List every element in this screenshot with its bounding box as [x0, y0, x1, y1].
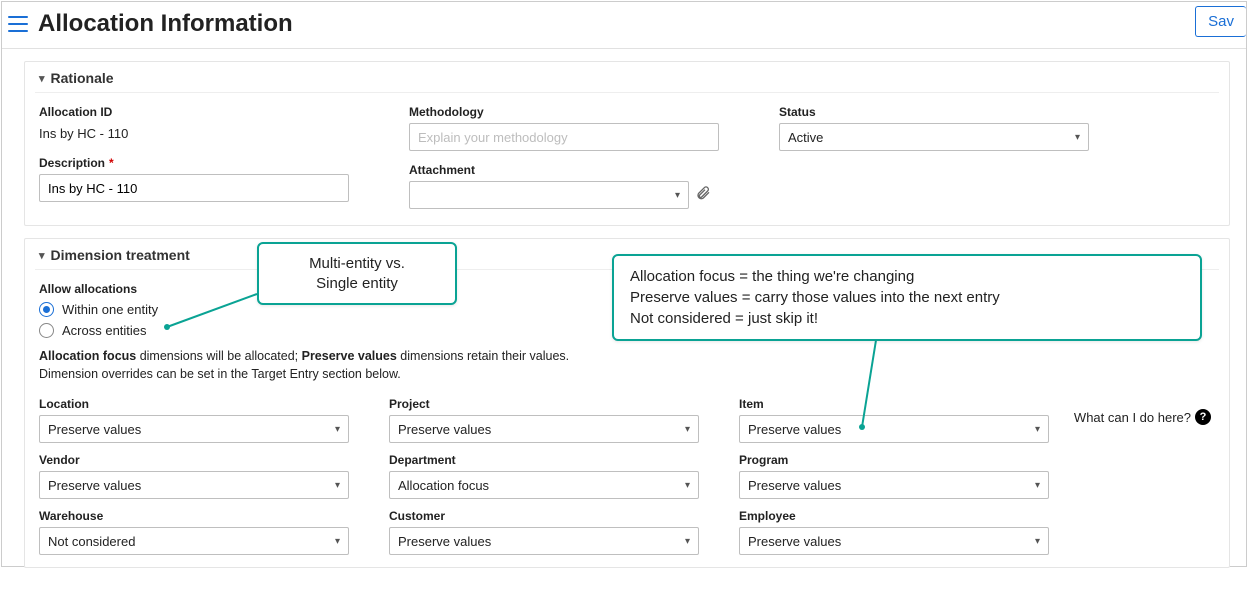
methodology-label: Methodology — [409, 105, 739, 119]
program-label: Program — [739, 453, 1049, 467]
chevron-down-icon: ▾ — [685, 480, 690, 491]
radio-icon — [39, 302, 54, 317]
help-icon: ? — [1195, 409, 1211, 425]
dimension-help-text: Allocation focus dimensions will be allo… — [39, 348, 679, 383]
chevron-down-icon: ▾ — [1035, 480, 1040, 491]
department-label: Department — [389, 453, 699, 467]
project-select[interactable]: Preserve values▾ — [389, 415, 699, 443]
chevron-down-icon: ▾ — [39, 249, 45, 262]
chevron-down-icon: ▾ — [1035, 424, 1040, 435]
save-button[interactable]: Sav — [1195, 6, 1246, 37]
what-can-i-do-link[interactable]: What can I do here? ? — [1074, 409, 1211, 425]
warehouse-select[interactable]: Not considered▾ — [39, 527, 349, 555]
program-select[interactable]: Preserve values▾ — [739, 471, 1049, 499]
chevron-down-icon: ▾ — [685, 424, 690, 435]
chevron-down-icon: ▾ — [685, 536, 690, 547]
description-input[interactable] — [39, 174, 349, 202]
vendor-label: Vendor — [39, 453, 349, 467]
status-label: Status — [779, 105, 1109, 119]
callout-focus: Allocation focus = the thing we're chang… — [612, 254, 1202, 341]
paperclip-icon[interactable] — [695, 185, 711, 206]
chevron-down-icon: ▾ — [1075, 132, 1080, 143]
customer-select[interactable]: Preserve values▾ — [389, 527, 699, 555]
menu-icon[interactable] — [8, 16, 28, 32]
status-value: Active — [788, 130, 823, 145]
allocation-id-value: Ins by HC - 110 — [39, 123, 369, 144]
employee-select[interactable]: Preserve values▾ — [739, 527, 1049, 555]
item-select[interactable]: Preserve values▾ — [739, 415, 1049, 443]
rationale-title: Rationale — [51, 70, 114, 86]
chevron-down-icon: ▾ — [335, 424, 340, 435]
attachment-label: Attachment — [409, 163, 739, 177]
allocation-id-label: Allocation ID — [39, 105, 369, 119]
methodology-input[interactable] — [409, 123, 719, 151]
chevron-down-icon: ▾ — [675, 190, 680, 201]
status-select[interactable]: Active ▾ — [779, 123, 1089, 151]
employee-label: Employee — [739, 509, 1049, 523]
chevron-down-icon: ▾ — [39, 72, 45, 85]
location-label: Location — [39, 397, 349, 411]
project-label: Project — [389, 397, 699, 411]
radio-within-label: Within one entity — [62, 302, 158, 317]
chevron-down-icon: ▾ — [335, 536, 340, 547]
warehouse-label: Warehouse — [39, 509, 349, 523]
vendor-select[interactable]: Preserve values▾ — [39, 471, 349, 499]
attachment-select[interactable]: ▾ — [409, 181, 689, 209]
radio-icon — [39, 323, 54, 338]
dimension-title: Dimension treatment — [51, 247, 190, 263]
chevron-down-icon: ▾ — [335, 480, 340, 491]
callout-entity: Multi-entity vs. Single entity — [257, 242, 457, 305]
page-title: Allocation Information — [38, 10, 293, 38]
radio-across-label: Across entities — [62, 323, 147, 338]
department-select[interactable]: Allocation focus▾ — [389, 471, 699, 499]
rationale-header[interactable]: ▾ Rationale — [35, 70, 1219, 93]
chevron-down-icon: ▾ — [1035, 536, 1040, 547]
description-label: Description* — [39, 156, 369, 170]
item-label: Item — [739, 397, 1049, 411]
location-select[interactable]: Preserve values▾ — [39, 415, 349, 443]
rationale-section: ▾ Rationale Allocation ID Ins by HC - 11… — [24, 61, 1230, 226]
customer-label: Customer — [389, 509, 699, 523]
